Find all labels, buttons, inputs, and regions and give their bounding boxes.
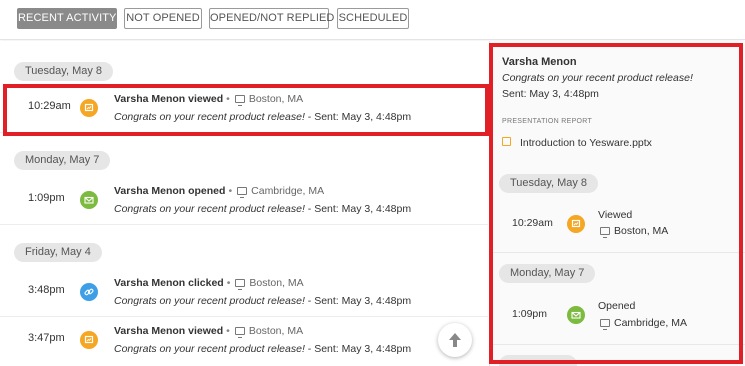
bullet-separator: • (228, 185, 233, 197)
monitor-icon (235, 279, 246, 290)
event-summary: Varsha Menon viewed • Boston, MA (114, 325, 304, 338)
presentation-icon (80, 331, 98, 349)
event-time: 1:09pm (28, 192, 65, 204)
event-time: 3:48pm (28, 284, 65, 296)
event-location: Cambridge, MA (251, 185, 325, 197)
tab-scheduled[interactable]: SCHEDULED (337, 8, 409, 29)
sent-time: - Sent: May 3, 4:48pm (307, 203, 412, 215)
bullet-separator: • (226, 325, 230, 337)
email-subject: Congrats on your recent product release! (114, 295, 305, 307)
monitor-icon (237, 187, 248, 198)
event-time: 3:47pm (28, 332, 65, 344)
event-actor-action: Varsha Menon clicked (114, 277, 224, 289)
activity-row[interactable]: 3:48pm Varsha Menon clicked • Boston, MA C… (0, 269, 488, 317)
email-subject: Congrats on your recent product release! (114, 203, 305, 215)
activity-row[interactable]: 3:47pm Varsha Menon viewed • Boston, MA Co… (0, 317, 488, 365)
highlight-box-feed-row (3, 84, 489, 136)
tab-recent-activity[interactable]: RECENT ACTIVITY (17, 8, 117, 29)
scroll-to-top-button[interactable] (438, 323, 472, 357)
event-details: Congrats on your recent product release!… (114, 295, 411, 307)
event-actor-action: Varsha Menon viewed (114, 325, 224, 337)
link-icon (80, 283, 98, 301)
event-summary: Varsha Menon clicked • Boston, MA (114, 277, 304, 290)
event-location: Boston, MA (249, 277, 304, 289)
sent-time: - Sent: May 3, 4:48pm (307, 343, 412, 355)
bullet-separator: • (226, 277, 231, 289)
email-subject: Congrats on your recent product release! (114, 343, 305, 355)
monitor-icon (234, 327, 245, 338)
highlight-box-detail-panel (489, 43, 743, 364)
activity-tabs: RECENT ACTIVITY NOT OPENED OPENED/NOT RE… (0, 0, 745, 40)
event-location: Boston, MA (248, 325, 304, 337)
arrow-up-icon (449, 333, 461, 347)
envelope-icon (80, 191, 98, 209)
event-summary: Varsha Menon opened • Cambridge, MA (114, 185, 325, 198)
day-header: Friday, May 4 (14, 243, 102, 262)
sent-time: - Sent: May 3, 4:48pm (307, 295, 412, 307)
activity-row[interactable]: 1:09pm Varsha Menon opened • Cambridge, MA… (0, 177, 488, 225)
event-details: Congrats on your recent product release!… (114, 343, 411, 355)
event-details: Congrats on your recent product release!… (114, 203, 411, 215)
day-header: Monday, May 7 (14, 151, 111, 170)
day-header: Tuesday, May 8 (14, 62, 114, 81)
tab-not-opened[interactable]: NOT OPENED (124, 8, 202, 29)
event-actor-action: Varsha Menon opened (114, 185, 226, 197)
tab-opened-not-replied[interactable]: OPENED/NOT REPLIED (209, 8, 334, 29)
